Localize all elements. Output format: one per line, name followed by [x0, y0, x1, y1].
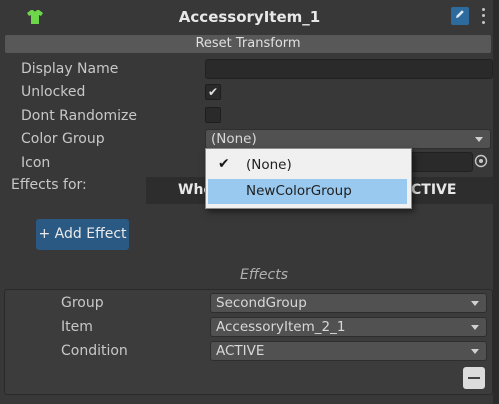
- pencil-icon: [454, 8, 466, 24]
- group-label: Group: [61, 295, 104, 311]
- remove-effect-button[interactable]: [463, 367, 485, 389]
- item-dropdown[interactable]: AccessoryItem_2_1: [210, 317, 487, 337]
- item-label: Item: [61, 319, 93, 335]
- effects-for-right-text: CTIVE: [411, 182, 457, 198]
- color-group-dropdown[interactable]: (None): [205, 129, 491, 149]
- color-group-label: Color Group: [21, 131, 105, 147]
- condition-label: Condition: [61, 343, 128, 359]
- chevron-down-icon: [471, 349, 479, 354]
- unlocked-checkbox[interactable]: ✔: [205, 84, 221, 100]
- display-name-field[interactable]: [205, 59, 493, 79]
- component-title: AccessoryItem_1: [178, 8, 321, 26]
- color-group-value: (None): [211, 131, 257, 147]
- reset-transform-button[interactable]: Reset Transform: [5, 35, 491, 53]
- dont-randomize-label: Dont Randomize: [21, 108, 137, 124]
- condition-dropdown[interactable]: ACTIVE: [210, 341, 487, 361]
- icon-label: Icon: [21, 155, 51, 171]
- popup-option-none[interactable]: ✔ (None): [208, 153, 407, 178]
- color-group-popup: ✔ (None) NewColorGroup: [205, 148, 412, 209]
- popup-option-label: NewColorGroup: [246, 183, 352, 199]
- item-value: AccessoryItem_2_1: [216, 319, 346, 335]
- chevron-down-icon: [471, 325, 479, 330]
- add-effect-button[interactable]: + Add Effect: [36, 219, 129, 250]
- scrollbar[interactable]: [493, 0, 499, 404]
- group-value: SecondGroup: [216, 295, 307, 311]
- effects-section-title: Effects: [239, 267, 289, 283]
- condition-value: ACTIVE: [216, 343, 265, 359]
- group-dropdown[interactable]: SecondGroup: [210, 293, 487, 313]
- more-options-icon[interactable]: [476, 6, 490, 26]
- display-name-label: Display Name: [21, 61, 119, 77]
- object-picker-icon[interactable]: [473, 153, 489, 169]
- minus-icon: [468, 377, 480, 379]
- check-icon: ✔: [218, 156, 230, 172]
- popup-option-newcolorgroup[interactable]: NewColorGroup: [208, 179, 407, 204]
- chevron-down-icon: [471, 301, 479, 306]
- chevron-down-icon: [475, 137, 483, 142]
- dont-randomize-checkbox[interactable]: [205, 107, 221, 123]
- popup-option-label: (None): [246, 157, 292, 173]
- effects-for-label: Effects for:: [11, 177, 87, 193]
- edit-button[interactable]: [451, 7, 469, 25]
- unlocked-label: Unlocked: [21, 84, 86, 100]
